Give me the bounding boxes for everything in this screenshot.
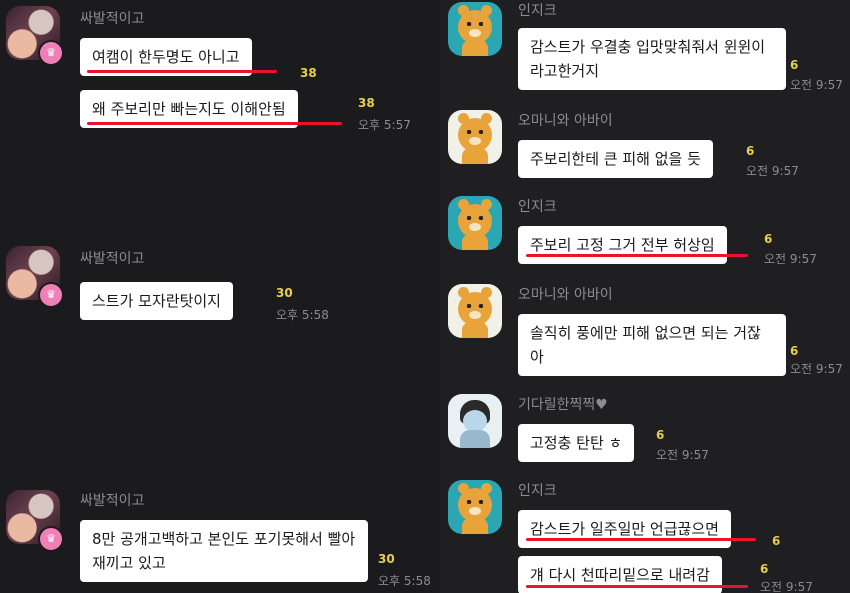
message-time: 오후 5:57 — [358, 118, 411, 132]
unread-count: 6 — [760, 562, 769, 576]
unread-count: 6 — [656, 428, 665, 442]
message-bubble[interactable]: 감스트가 일주일만 언급끊으면 — [518, 510, 731, 548]
unread-count: 6 — [790, 58, 799, 72]
crown-icon: ♛ — [38, 282, 64, 308]
sender-name: 싸발적이고 — [80, 251, 145, 267]
crown-icon: ♛ — [38, 40, 64, 66]
sender-name: 기다릴한찍찍♥ — [518, 397, 608, 413]
unread-count: 6 — [764, 232, 773, 246]
red-underline — [526, 585, 748, 588]
unread-count: 6 — [772, 534, 781, 548]
unread-count: 6 — [790, 344, 799, 358]
sender-name: 오마니와 아바이 — [518, 113, 613, 129]
message-bubble[interactable]: 감스트가 우결충 입맛맞춰줘서 윈윈이라고한거지 — [518, 28, 786, 90]
message-time: 오전 9:57 — [764, 252, 817, 266]
message-time: 오전 9:57 — [656, 448, 709, 462]
message-bubble[interactable]: 주보리한테 큰 피해 없을 듯 — [518, 140, 713, 178]
unread-count: 38 — [300, 66, 317, 80]
message-time: 오전 9:57 — [790, 78, 843, 92]
unread-count: 30 — [276, 286, 293, 300]
sender-avatar[interactable] — [448, 480, 502, 534]
message-time: 오후 5:58 — [276, 308, 329, 322]
sender-name: 인지크 — [518, 199, 557, 215]
unread-count: 38 — [358, 96, 375, 110]
message-bubble[interactable]: 8만 공개고백하고 본인도 포기못해서 빨아재끼고 있고 — [80, 520, 368, 582]
unread-count: 6 — [746, 144, 755, 158]
sender-name: 싸발적이고 — [80, 11, 145, 27]
right-chat-panel: 인지크 감스트가 우결충 입맛맞춰줘서 윈윈이라고한거지 6 오전 9:57 오… — [440, 0, 850, 593]
red-underline — [87, 70, 277, 73]
message-bubble[interactable]: 주보리 고정 그거 전부 허상임 — [518, 226, 727, 264]
crown-icon: ♛ — [38, 526, 64, 552]
message-time: 오전 9:57 — [760, 580, 813, 593]
sender-name: 싸발적이고 — [80, 493, 145, 509]
unread-count: 30 — [378, 552, 395, 566]
sender-avatar[interactable] — [448, 284, 502, 338]
sender-avatar[interactable] — [448, 110, 502, 164]
sender-name: 인지크 — [518, 483, 557, 499]
sender-name: 인지크 — [518, 3, 557, 19]
message-time: 오후 5:58 — [378, 574, 431, 588]
sender-avatar[interactable] — [448, 196, 502, 250]
sender-avatar[interactable] — [448, 394, 502, 448]
message-time: 오전 9:57 — [746, 164, 799, 178]
red-underline — [526, 254, 748, 257]
sender-avatar[interactable] — [448, 2, 502, 56]
sender-name: 오마니와 아바이 — [518, 287, 613, 303]
red-underline — [87, 122, 342, 125]
message-time: 오전 9:57 — [790, 362, 843, 376]
message-bubble[interactable]: 스트가 모자란탓이지 — [80, 282, 233, 320]
left-chat-panel: ♛ 싸발적이고 여캠이 한두명도 아니고 38 왜 주보리만 빠는지도 이해안됨… — [0, 0, 440, 593]
message-bubble[interactable]: 고정충 탄탄 ㅎ — [518, 424, 635, 462]
message-bubble[interactable]: 솔직히 풍에만 피해 없으면 되는 거잖아 — [518, 314, 786, 376]
red-underline — [526, 538, 756, 541]
